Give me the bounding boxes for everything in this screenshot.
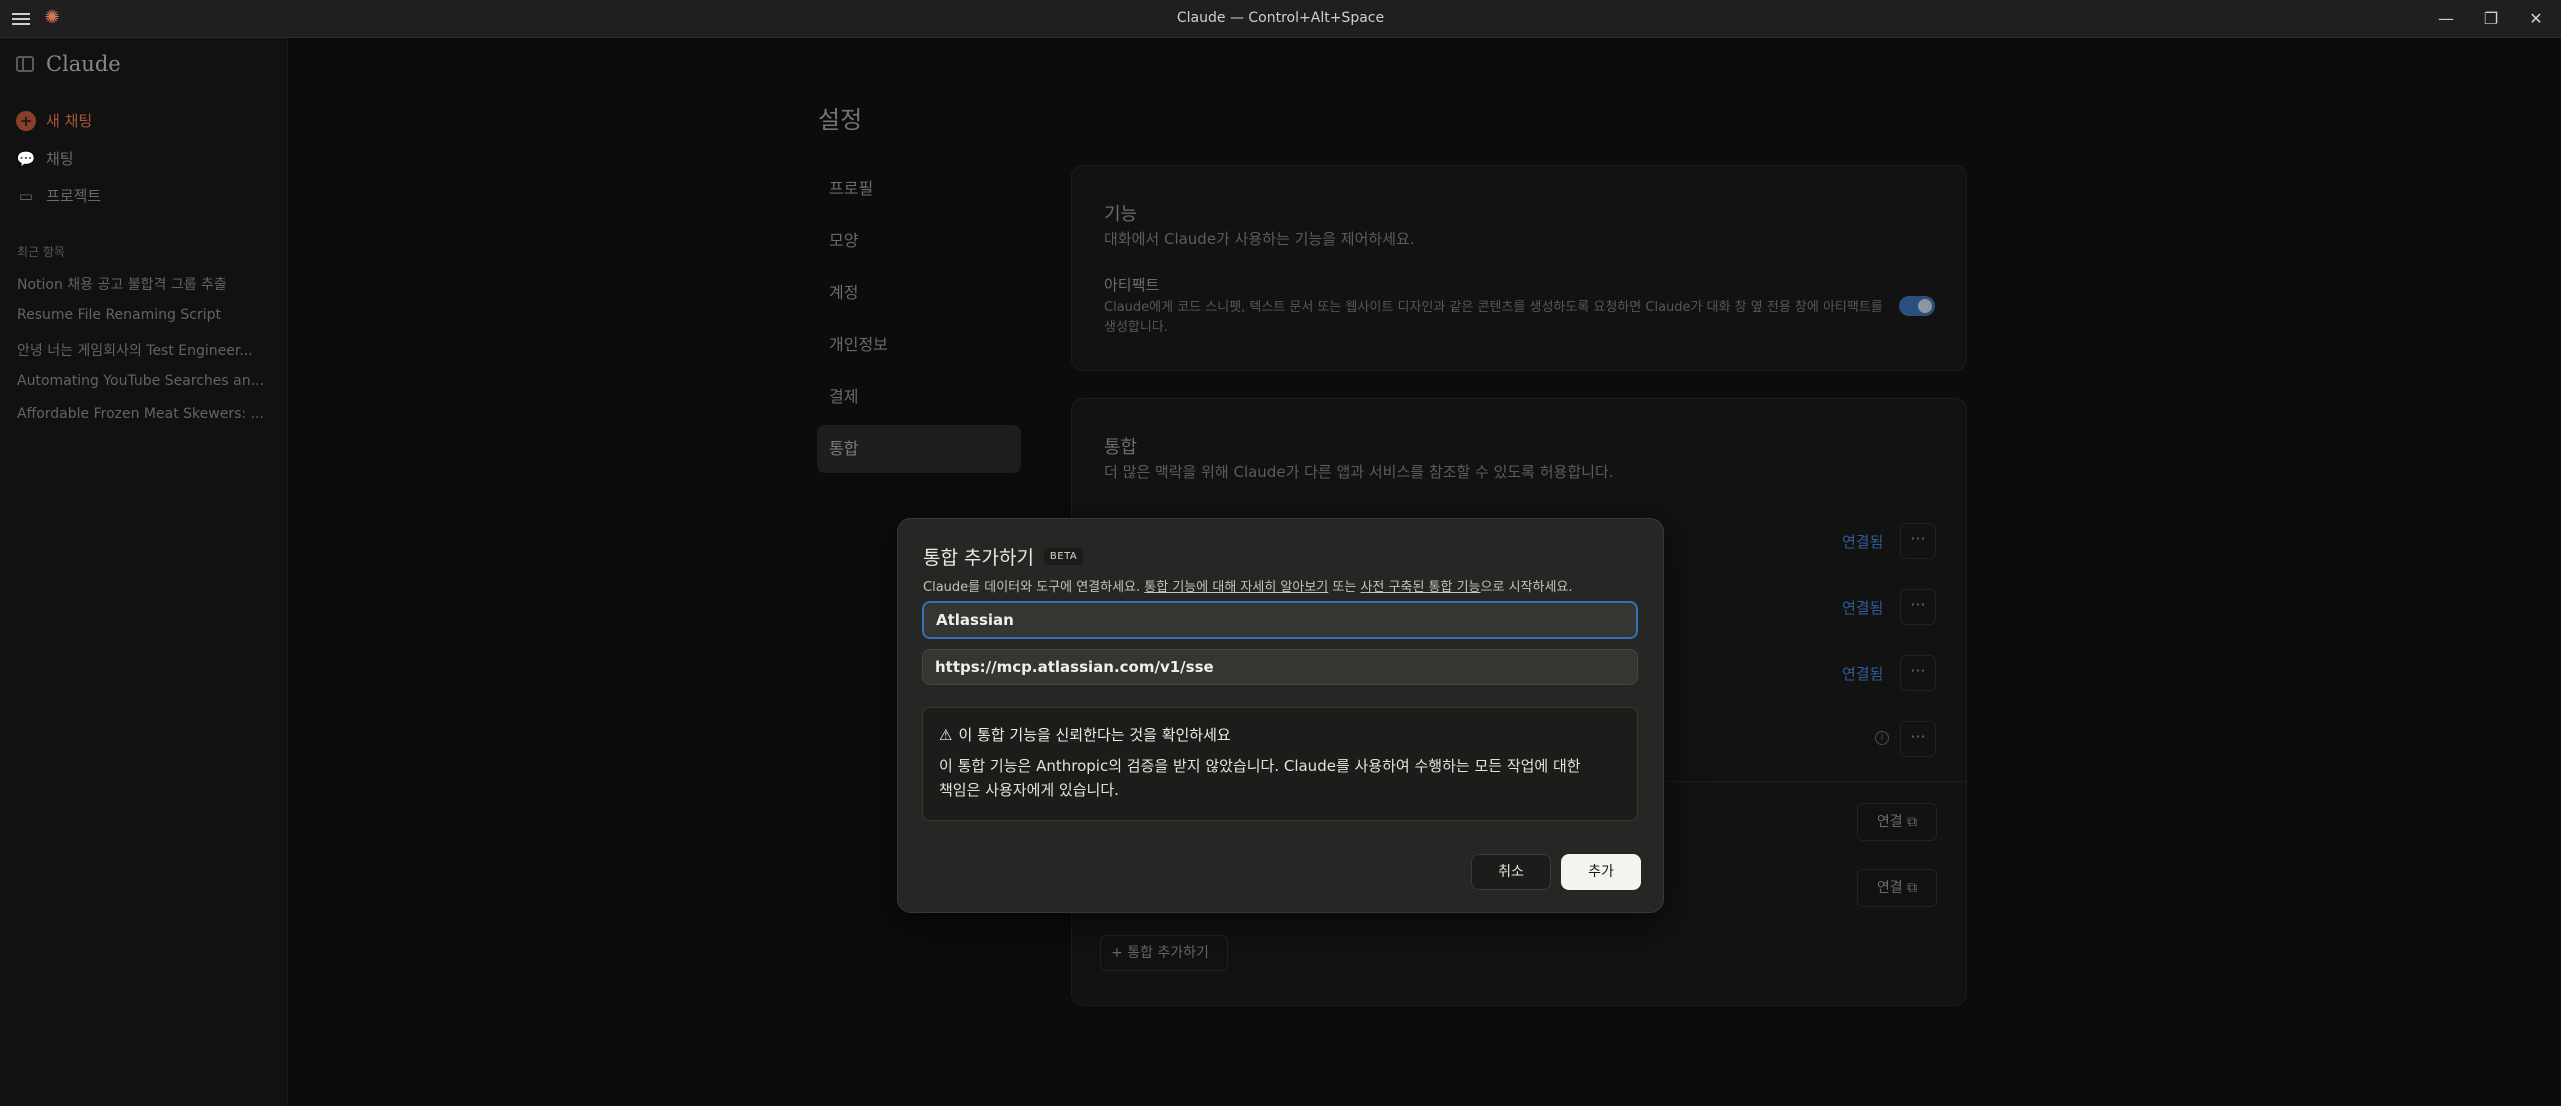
integrations-title: 통합 [1104, 437, 1138, 458]
restore-icon[interactable]: ❐ [2476, 6, 2506, 32]
artifacts-title: 아티팩트 [1104, 276, 1160, 294]
settings-nav-profile[interactable]: 프로필 [817, 165, 1021, 213]
recent-chat-item[interactable]: Affordable Frozen Meat Skewers: ... [17, 406, 264, 422]
sidebar-item-chats[interactable]: 💬 채팅 [16, 148, 74, 169]
settings-nav-privacy[interactable]: 개인정보 [817, 321, 1021, 369]
sidebar-item-projects[interactable]: ▭ 프로젝트 [16, 185, 101, 206]
more-options-button[interactable]: ··· [1900, 589, 1936, 625]
warning-icon: ⚠ [939, 725, 953, 744]
settings-nav-billing[interactable]: 결제 [817, 373, 1021, 421]
folder-icon: ▭ [18, 186, 34, 205]
connect-label: 연결 [1876, 814, 1903, 830]
artifacts-description: Claude에게 코드 스니펫, 텍스트 문서 또는 웹사이트 디자인과 같은 … [1104, 300, 1883, 335]
settings-nav-appearance[interactable]: 모양 [817, 217, 1021, 265]
trust-warning-box: ⚠ 이 통합 기능을 신뢰한다는 것을 확인하세요 이 통합 기능은 Anthr… [922, 707, 1638, 821]
beta-badge: BETA [1043, 548, 1084, 565]
warning-title: 이 통합 기능을 신뢰한다는 것을 확인하세요 [958, 726, 1231, 744]
features-card: 기능 대화에서 Claude가 사용하는 기능을 제어하세요. 아티팩트 Cla… [1071, 165, 1967, 371]
recent-chat-item[interactable]: Resume File Renaming Script [17, 307, 221, 323]
sidebar-item-label: 프로젝트 [46, 187, 102, 205]
connected-status: 연결됨 [1842, 665, 1884, 683]
features-subtitle: 대화에서 Claude가 사용하는 기능을 제어하세요. [1104, 230, 1415, 248]
subtitle-text: 또는 [1328, 580, 1361, 595]
settings-nav-account[interactable]: 계정 [817, 269, 1021, 317]
connect-label: 연결 [1876, 880, 1903, 896]
dialog-subtitle: Claude를 데이터와 도구에 연결하세요. 통합 기능에 대해 자세히 알아… [923, 576, 1573, 595]
integrations-subtitle: 더 많은 맥락을 위해 Claude가 다른 앱과 서비스를 참조할 수 있도록… [1104, 463, 1614, 481]
settings-nav-integrations[interactable]: 통합 [817, 425, 1021, 473]
recent-section-label: 최근 항목 [17, 245, 65, 259]
close-icon[interactable]: ✕ [2521, 6, 2551, 32]
connected-status: 연결됨 [1842, 599, 1884, 617]
connect-button[interactable]: 연결 ⧉ [1857, 803, 1937, 841]
more-options-button[interactable]: ··· [1900, 721, 1936, 757]
sidebar: Claude + 새 채팅 💬 채팅 ▭ 프로젝트 최근 항목 Notion 채… [0, 38, 288, 1106]
integration-url-input[interactable] [922, 649, 1638, 685]
recent-chat-item[interactable]: Notion 채용 공고 불합격 그룹 추출 [17, 274, 227, 294]
cancel-button[interactable]: 취소 [1471, 854, 1551, 890]
new-chat-button[interactable]: + 새 채팅 [16, 110, 92, 131]
minimize-icon[interactable]: — [2431, 6, 2461, 32]
window-title: Claude — Control+Alt+Space [1176, 10, 1385, 26]
features-title: 기능 [1104, 204, 1138, 225]
page-title: 설정 [818, 106, 863, 134]
plus-icon: + [16, 110, 36, 131]
more-options-button[interactable]: ··· [1900, 655, 1936, 691]
subtitle-text: Claude를 데이터와 도구에 연결하세요. [923, 580, 1145, 595]
more-options-button[interactable]: ··· [1900, 523, 1936, 559]
sidebar-toggle-icon[interactable] [16, 56, 34, 72]
learn-more-link[interactable]: 통합 기능에 대해 자세히 알아보기 [1144, 580, 1328, 595]
window-titlebar: ✺ Claude — Control+Alt+Space — ❐ ✕ [0, 0, 2561, 38]
recent-chat-item[interactable]: 안녕 너는 게임회사의 Test Engineer... [17, 340, 253, 360]
add-button[interactable]: 추가 [1561, 854, 1641, 890]
add-integration-dialog: 통합 추가하기 BETA Claude를 데이터와 도구에 연결하세요. 통합 … [897, 518, 1664, 913]
new-chat-label: 새 채팅 [46, 112, 93, 130]
artifacts-toggle[interactable] [1899, 296, 1935, 316]
sidebar-item-label: 채팅 [46, 150, 74, 168]
add-integration-label: 통합 추가하기 [1127, 945, 1209, 961]
recent-chat-item[interactable]: Automating YouTube Searches an... [17, 373, 264, 389]
chat-bubble-icon: 💬 [16, 149, 36, 168]
add-integration-button[interactable]: + 통합 추가하기 [1100, 935, 1228, 971]
subtitle-text: 으로 시작하세요. [1480, 580, 1573, 595]
connect-button[interactable]: 연결 ⧉ [1857, 869, 1937, 907]
info-icon[interactable]: i [1875, 731, 1889, 745]
warning-text: 이 통합 기능은 Anthropic의 검증을 받지 않았습니다. Claude… [939, 757, 1581, 799]
dialog-title: 통합 추가하기 [923, 547, 1034, 569]
connected-status: 연결됨 [1842, 533, 1884, 551]
integration-name-input[interactable] [922, 601, 1638, 639]
prebuilt-integrations-link[interactable]: 사전 구축된 통합 기능 [1360, 580, 1480, 595]
brand-name: Claude [46, 52, 121, 76]
